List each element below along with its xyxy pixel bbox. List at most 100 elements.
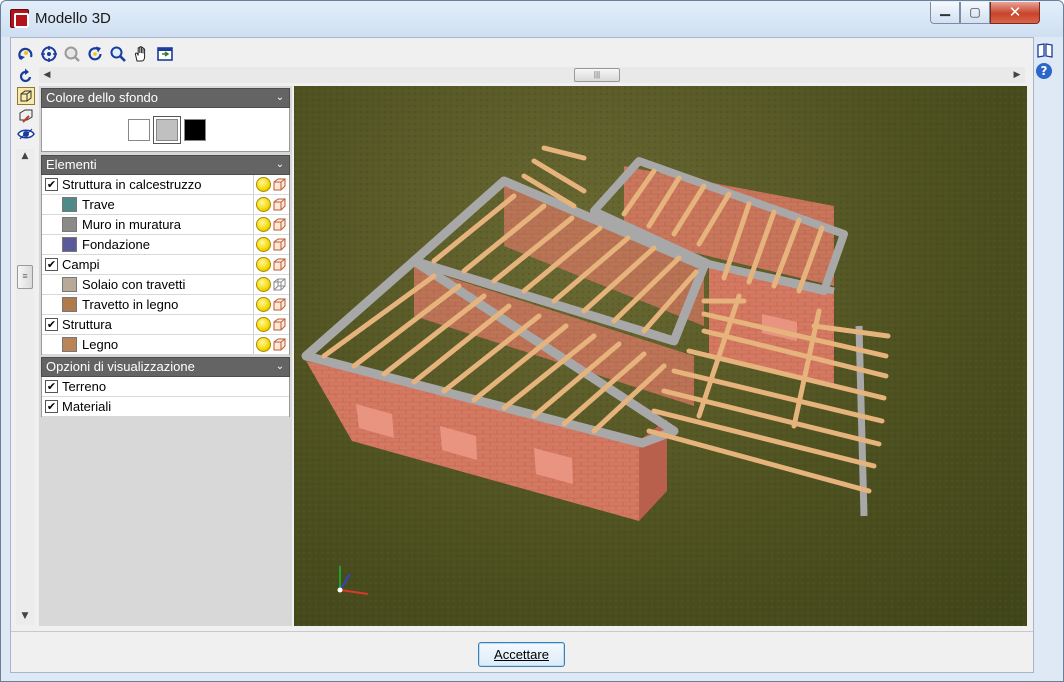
row-label: Terreno [62,379,107,394]
swatch-white[interactable] [128,119,150,141]
checkbox[interactable]: ✔ [45,258,58,271]
undo-rotate-icon[interactable] [17,67,35,85]
lightbulb-icon[interactable] [256,237,271,252]
row-label: Campi [62,257,100,272]
checkbox[interactable]: ✔ [45,178,58,191]
row-label: Struttura [62,317,112,332]
background-section-header[interactable]: Colore dello sfondo ⌄ [41,88,290,108]
element-row-trave[interactable]: Trave [42,195,289,215]
color-swatch[interactable] [62,217,77,232]
cube-icon[interactable] [272,297,287,312]
option-row-terreno[interactable]: ✔ Terreno [42,377,289,397]
lightbulb-icon[interactable] [256,337,271,352]
rotate-icon[interactable] [17,45,35,63]
cube-icon[interactable] [272,237,287,252]
swatch-gray[interactable] [153,116,181,144]
axis-gizmo [337,566,369,595]
vertical-scroll-thumb[interactable]: ≡ [17,265,33,289]
row-label: Travetto in legno [82,297,179,312]
background-section-body [41,108,290,152]
display-options-section-title: Opzioni di visualizzazione [46,359,195,374]
3d-viewport[interactable] [294,86,1027,626]
zoom-icon[interactable] [109,45,127,63]
element-row-fondazione[interactable]: Fondazione [42,235,289,255]
row-label: Muro in muratura [82,217,181,232]
element-row-travetto-legno[interactable]: Travetto in legno [42,295,289,315]
refresh-icon[interactable] [86,45,104,63]
display-options-list: ✔ Terreno ✔ Materiali [41,377,290,417]
cube-icon[interactable] [272,337,287,352]
minimize-button[interactable]: ▁ [930,2,960,24]
checkbox[interactable]: ✔ [45,400,58,413]
element-row-struttura-calcestruzzo[interactable]: ✔ Struttura in calcestruzzo [42,175,289,195]
cube-icon[interactable] [272,217,287,232]
element-row-struttura[interactable]: ✔ Struttura [42,315,289,335]
element-row-campi[interactable]: ✔ Campi [42,255,289,275]
maximize-button[interactable]: ▢ [960,2,990,24]
elements-list: ✔ Struttura in calcestruzzo Trave Muro i… [41,175,290,355]
display-options-section-header[interactable]: Opzioni di visualizzazione ⌄ [41,357,290,377]
eye-icon[interactable] [17,125,35,143]
lightbulb-icon[interactable] [256,257,271,272]
cube-icon[interactable] [272,257,287,272]
lightbulb-icon[interactable] [256,277,271,292]
element-row-legno[interactable]: Legno [42,335,289,355]
horizontal-scrollbar[interactable]: ◀ ||| ▶ [39,67,1025,83]
checkbox[interactable]: ✔ [45,318,58,331]
help-icon[interactable]: ? [1036,63,1052,79]
scroll-left-arrow[interactable]: ◀ [39,67,55,83]
color-swatch[interactable] [62,297,77,312]
color-swatch[interactable] [62,337,77,352]
collapse-icon[interactable]: ⌄ [274,89,286,107]
checkbox[interactable]: ✔ [45,380,58,393]
elements-section-title: Elementi [46,157,97,172]
lightbulb-icon[interactable] [256,177,271,192]
row-label: Trave [82,197,115,212]
lightbulb-icon[interactable] [256,217,271,232]
swatch-black[interactable] [184,119,206,141]
lightbulb-icon[interactable] [256,297,271,312]
wireframe-cube-icon[interactable] [272,277,287,292]
book-icon[interactable] [1036,41,1054,59]
close-icon: ✕ [1008,3,1022,21]
modello-3d-window: Modello 3D ▁ ▢ ✕ ◀ ||| ▶ ▲ ≡ ▼ Colore de… [0,0,1064,682]
window-title: Modello 3D [35,10,111,27]
cube-icon[interactable] [272,317,287,332]
cube-icon[interactable] [272,177,287,192]
vertical-scrollbar[interactable]: ▲ ≡ ▼ [16,149,34,625]
title-bar[interactable]: Modello 3D ▁ ▢ ✕ [1,1,1063,37]
options-panel: Colore dello sfondo ⌄ Elementi ⌄ ✔ Strut… [39,86,292,626]
collapse-icon[interactable]: ⌄ [274,358,286,376]
option-row-materiali[interactable]: ✔ Materiali [42,397,289,417]
element-row-solaio-travetti[interactable]: Solaio con travetti [42,275,289,295]
background-section-title: Colore dello sfondo [46,90,159,105]
layer-view-icon[interactable] [17,107,35,125]
building-model-render [294,86,1027,626]
lightbulb-icon[interactable] [256,197,271,212]
color-swatch[interactable] [62,237,77,252]
pan-hand-icon[interactable] [132,45,150,63]
scroll-right-arrow[interactable]: ▶ [1009,67,1025,83]
accept-button-label: Accettare [494,647,549,662]
horizontal-scroll-thumb[interactable]: ||| [574,68,620,82]
maximize-icon: ▢ [969,5,981,19]
color-swatch[interactable] [62,197,77,212]
box-view-icon[interactable] [17,87,35,105]
export-view-icon[interactable] [156,45,174,63]
elements-section-header[interactable]: Elementi ⌄ [41,155,290,175]
row-label: Solaio con travetti [82,277,186,292]
row-label: Materiali [62,399,112,414]
collapse-icon[interactable]: ⌄ [274,156,286,174]
color-swatch[interactable] [62,277,77,292]
zoom-extents-icon[interactable] [40,45,58,63]
accept-button[interactable]: Accettare [478,642,565,667]
row-label: Fondazione [82,237,150,252]
scroll-down-arrow[interactable]: ▼ [16,609,34,623]
close-button[interactable]: ✕ [990,2,1040,24]
lightbulb-icon[interactable] [256,317,271,332]
scroll-up-arrow[interactable]: ▲ [16,149,34,163]
element-row-muro-muratura[interactable]: Muro in muratura [42,215,289,235]
cube-icon[interactable] [272,197,287,212]
footer-divider [11,631,1033,632]
zoom-window-icon[interactable] [63,45,81,63]
